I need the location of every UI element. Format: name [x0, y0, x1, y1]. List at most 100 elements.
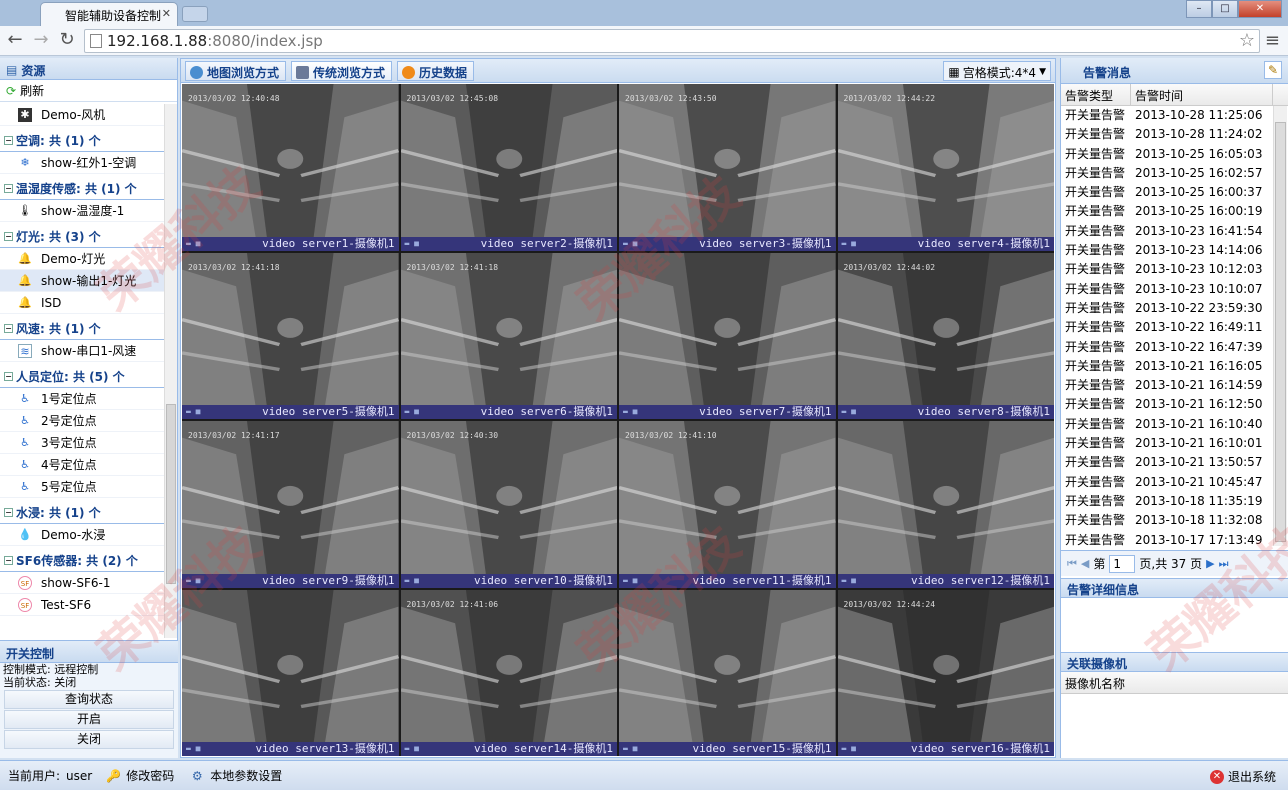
refresh-button[interactable]: ⟳ 刷新 [0, 80, 177, 102]
tab-close-icon[interactable]: ✕ [162, 7, 171, 20]
collapse-icon[interactable]: − [4, 324, 13, 333]
collapse-icon[interactable]: − [4, 556, 13, 565]
alarm-row[interactable]: 开关量告警 2013-10-23 16:41:54 [1061, 222, 1273, 241]
alarm-row[interactable]: 开关量告警 2013-10-18 11:32:08 [1061, 511, 1273, 530]
video-cell[interactable]: 2013/03/02 12:41:17 ▬ ■ video server9-摄像机1 [182, 421, 399, 588]
tree-item[interactable]: 💧 Demo-水浸 [0, 524, 164, 546]
alarm-row[interactable]: 开关量告警 2013-10-21 16:16:05 [1061, 357, 1273, 376]
video-cell[interactable]: 2013/03/02 12:41:10 ▬ ■ video server11-摄像机… [619, 421, 836, 588]
page-number-input[interactable] [1109, 554, 1136, 573]
video-cell[interactable]: 2013/03/02 12:43:50 ▬ ■ video server3-摄像机1 [619, 84, 836, 251]
video-cell[interactable]: 2013/03/02 12:45:08 ▬ ■ video server2-摄像机1 [400, 84, 617, 251]
alarm-row[interactable]: 开关量告警 2013-10-21 16:10:01 [1061, 434, 1273, 453]
tree-item[interactable]: SF show-SF6-1 [0, 572, 164, 594]
alarm-row[interactable]: 开关量告警 2013-10-21 16:14:59 [1061, 376, 1273, 395]
alarm-row[interactable]: 开关量告警 2013-10-28 11:25:06 [1061, 106, 1273, 125]
collapse-icon[interactable]: − [4, 232, 13, 241]
tab-map-view[interactable]: 地图浏览方式 [185, 61, 287, 81]
tree-group-header[interactable]: − 人员定位: 共 (5) 个 [0, 366, 164, 388]
tree-item[interactable]: 🔔 Demo-灯光 [0, 248, 164, 270]
alarm-row[interactable]: 开关量告警 2013-10-28 11:24:02 [1061, 125, 1273, 144]
tree-scroll-thumb[interactable] [166, 404, 176, 584]
grid-mode-select[interactable]: ▦ 宫格模式:4*4 ▼ [943, 61, 1051, 81]
bookmark-star-icon[interactable]: ☆ [1239, 30, 1255, 52]
tree-item[interactable]: ♿ 4号定位点 [0, 454, 164, 476]
camera-name-column[interactable]: 摄像机名称 [1061, 672, 1288, 694]
alarm-row[interactable]: 开关量告警 2013-10-23 10:10:07 [1061, 280, 1273, 299]
prev-page-icon[interactable]: ◀ [1081, 557, 1089, 570]
collapse-icon[interactable]: − [4, 372, 13, 381]
tree-group-header[interactable]: − 温湿度传感: 共 (1) 个 [0, 178, 164, 200]
next-page-icon[interactable]: ▶ [1206, 557, 1214, 570]
alarm-row[interactable]: 开关量告警 2013-10-23 14:14:06 [1061, 241, 1273, 260]
alarm-row[interactable]: 开关量告警 2013-10-22 23:59:30 [1061, 299, 1273, 318]
tree-group-header[interactable]: − 灯光: 共 (3) 个 [0, 226, 164, 248]
video-cell[interactable]: 2013/03/02 12:44:22 ▬ ■ video server4-摄像机1 [837, 84, 1054, 251]
alarm-row[interactable]: 开关量告警 2013-10-25 16:00:37 [1061, 183, 1273, 202]
alarm-scroll-thumb[interactable] [1275, 122, 1286, 542]
collapse-icon[interactable]: − [4, 184, 13, 193]
tree-item[interactable]: ≋ show-串口1-风速 [0, 340, 164, 362]
tree-item[interactable]: 🌡 show-温湿度-1 [0, 200, 164, 222]
tree-item[interactable]: ♿ 5号定位点 [0, 476, 164, 498]
tree-item-fan[interactable]: ✱ Demo-风机 [0, 104, 164, 126]
tree-group-header[interactable]: − 水浸: 共 (1) 个 [0, 502, 164, 524]
alarm-row[interactable]: 开关量告警 2013-10-21 16:12:50 [1061, 395, 1273, 414]
tree-group-header[interactable]: − 风速: 共 (1) 个 [0, 318, 164, 340]
alarm-row[interactable]: 开关量告警 2013-10-21 10:45:47 [1061, 473, 1273, 492]
address-bar[interactable]: 192.168.1.88:8080/index.jsp ☆ [84, 29, 1260, 53]
tree-item[interactable]: 🔔 show-输出1-灯光 [0, 270, 164, 292]
video-cell[interactable]: 2013/03/02 12:41:18 ▬ ■ video server5-摄像机1 [182, 252, 399, 419]
browser-menu-icon[interactable]: ≡ [1265, 30, 1280, 51]
alarm-row[interactable]: 开关量告警 2013-10-23 10:12:03 [1061, 260, 1273, 279]
open-button[interactable]: 开启 [4, 710, 174, 729]
video-cell[interactable]: 2013/03/02 12:40:30 ▬ ■ video server10-摄像机… [400, 421, 617, 588]
collapse-icon[interactable]: − [4, 508, 13, 517]
logout-button[interactable]: ✕ 退出系统 [1209, 768, 1276, 785]
tree-item[interactable]: SF Test-SF6 [0, 594, 164, 616]
alarm-row[interactable]: 开关量告警 2013-10-21 16:10:40 [1061, 415, 1273, 434]
tree-group-header[interactable]: − 空调: 共 (1) 个 [0, 130, 164, 152]
video-cell[interactable]: 2013/03/02 12:44:24 ▬ ■ video server16-摄像机… [837, 589, 1054, 756]
back-button[interactable]: ← [4, 30, 26, 52]
forward-button[interactable]: → [30, 30, 52, 52]
tree-item[interactable]: ❄ show-红外1-空调 [0, 152, 164, 174]
alarm-row[interactable]: 开关量告警 2013-10-18 11:35:19 [1061, 492, 1273, 511]
tab-history-data[interactable]: 历史数据 [397, 61, 475, 81]
tree-scrollbar[interactable] [164, 104, 177, 638]
alarm-row[interactable]: 开关量告警 2013-10-25 16:02:57 [1061, 164, 1273, 183]
alarm-row[interactable]: 开关量告警 2013-10-25 16:05:03 [1061, 145, 1273, 164]
video-cell[interactable]: ▬ ■ video server13-摄像机1 [182, 589, 399, 756]
query-status-button[interactable]: 查询状态 [4, 690, 174, 709]
video-cell[interactable]: 2013/03/02 12:40:48 ▬ ■ video server1-摄像机1 [182, 84, 399, 251]
local-settings-link[interactable]: 本地参数设置 [210, 767, 282, 784]
browser-tab[interactable]: 智能辅助设备控制 ✕ [40, 2, 178, 26]
new-tab-button[interactable] [182, 6, 208, 22]
video-cell[interactable]: ▬ ■ video server7-摄像机1 [619, 252, 836, 419]
tree-group-header[interactable]: − SF6传感器: 共 (2) 个 [0, 550, 164, 572]
alarm-row[interactable]: 开关量告警 2013-10-21 13:50:57 [1061, 453, 1273, 472]
col-alarm-type[interactable]: 告警类型 [1061, 84, 1131, 105]
tree-item[interactable]: ♿ 3号定位点 [0, 432, 164, 454]
tree-item[interactable]: ♿ 2号定位点 [0, 410, 164, 432]
alarm-row[interactable]: 开关量告警 2013-10-22 16:49:11 [1061, 318, 1273, 337]
last-page-icon[interactable]: ⏭ [1219, 557, 1229, 571]
tab-traditional-view[interactable]: 传统浏览方式 [291, 61, 393, 81]
reload-button[interactable]: ↻ [56, 30, 78, 52]
video-cell[interactable]: 2013/03/02 12:41:06 ▬ ■ video server14-摄像机… [400, 589, 617, 756]
collapse-icon[interactable]: − [4, 136, 13, 145]
window-close-button[interactable]: ✕ [1238, 0, 1282, 18]
pencil-icon[interactable]: ✎ [1264, 61, 1282, 79]
minimize-button[interactable]: – [1186, 0, 1212, 18]
close-button[interactable]: 关闭 [4, 730, 174, 749]
change-password-link[interactable]: 修改密码 [126, 767, 174, 784]
alarm-row[interactable]: 开关量告警 2013-10-17 17:13:49 [1061, 531, 1273, 546]
video-cell[interactable]: 2013/03/02 12:44:02 ▬ ■ video server8-摄像机1 [837, 252, 1054, 419]
video-cell[interactable]: 2013/03/02 12:41:18 ▬ ■ video server6-摄像机1 [400, 252, 617, 419]
tree-item[interactable]: 🔔 ISD [0, 292, 164, 314]
col-alarm-time[interactable]: 告警时间 [1131, 84, 1273, 105]
first-page-icon[interactable]: ⏮ [1067, 557, 1077, 571]
video-cell[interactable]: ▬ ■ video server15-摄像机1 [619, 589, 836, 756]
alarm-row[interactable]: 开关量告警 2013-10-25 16:00:19 [1061, 202, 1273, 221]
video-cell[interactable]: ▬ ■ video server12-摄像机1 [837, 421, 1054, 588]
